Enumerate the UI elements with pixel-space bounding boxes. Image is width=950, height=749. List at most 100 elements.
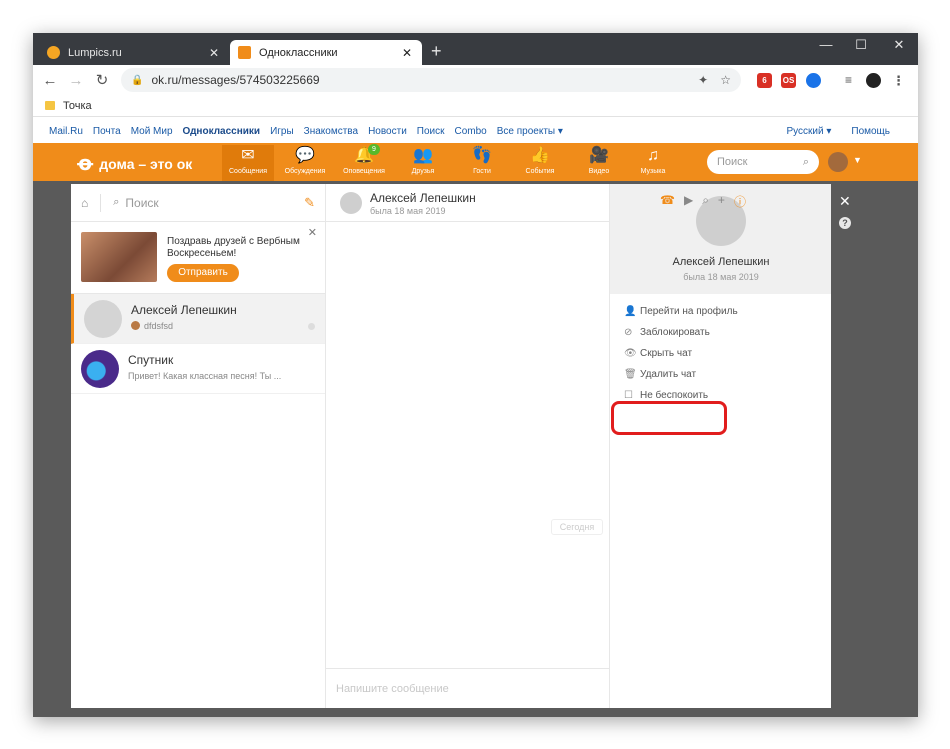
- close-tab-icon[interactable]: ✕: [207, 46, 221, 60]
- contact-name[interactable]: Алексей Лепешкин: [370, 191, 476, 205]
- link-znakomstva[interactable]: Знакомства: [304, 126, 358, 137]
- chevron-down-icon[interactable]: ▼: [853, 155, 862, 165]
- eye-icon: 👁: [624, 348, 637, 359]
- chat-item[interactable]: Алексей Лепешкин dfdsfsd: [71, 294, 325, 344]
- tab-title: Одноклассники: [259, 46, 338, 59]
- user-icon: 👤: [624, 306, 637, 317]
- ok-projects-bar: Mail.Ru Почта Мой Мир Одноклассники Игры…: [33, 119, 918, 143]
- search-icon[interactable]: ⌕: [803, 156, 809, 169]
- extension-icon[interactable]: [806, 73, 821, 88]
- user-avatar[interactable]: [828, 152, 848, 172]
- address-bar[interactable]: 🔒 ok.ru/messages/574503225669 ✦ ☆: [121, 68, 741, 92]
- read-status-dot: [308, 323, 315, 330]
- link-novosti[interactable]: Новости: [368, 126, 407, 137]
- bookmark-item[interactable]: Точка: [63, 100, 92, 112]
- link-help[interactable]: Помощь: [851, 126, 890, 137]
- friends-icon: 👥: [413, 147, 433, 164]
- language-select[interactable]: Русский ▾: [786, 126, 831, 137]
- nav-discussions[interactable]: 💬 Обсуждения: [279, 145, 331, 181]
- bell-icon: 🔔: [354, 147, 374, 164]
- nav-friends[interactable]: 👥 Друзья: [397, 145, 449, 181]
- menu-do-not-disturb[interactable]: ☐ Не беспокоить: [624, 390, 708, 401]
- forward-icon[interactable]: →: [63, 72, 89, 89]
- nav-music[interactable]: ♫ Музыка: [627, 145, 679, 181]
- close-tab-icon[interactable]: ✕: [400, 46, 414, 60]
- message-input[interactable]: Напишите сообщение: [326, 668, 609, 708]
- folder-icon: [45, 101, 55, 110]
- phone-icon[interactable]: ☎: [660, 193, 675, 210]
- new-tab-button[interactable]: +: [431, 41, 442, 61]
- search-icon[interactable]: ⌕: [702, 193, 709, 210]
- nav-label: События: [525, 168, 555, 175]
- nav-label: Друзья: [411, 168, 435, 175]
- nav-label: Сообщения: [229, 168, 267, 175]
- info-icon[interactable]: ⓘ: [734, 193, 746, 210]
- extension-icon[interactable]: OS: [781, 73, 796, 88]
- close-window-icon[interactable]: ✕: [884, 37, 914, 53]
- ok-search-input[interactable]: Поиск ⌕: [707, 150, 819, 174]
- sender-avatar: [131, 321, 140, 330]
- menu-label: Скрыть чат: [640, 348, 693, 359]
- contact-status: была 18 мая 2019: [683, 272, 759, 282]
- nav-label: Гости: [473, 168, 491, 175]
- menu-label: Заблокировать: [640, 327, 710, 338]
- minimize-icon[interactable]: —: [811, 37, 841, 52]
- ok-logo[interactable]: ꝋ дома – это ок: [77, 151, 192, 176]
- close-messenger-icon[interactable]: ✕: [839, 193, 851, 210]
- help-icon[interactable]: ?: [839, 217, 851, 229]
- ok-header: ꝋ дома – это ок ✉ Сообщения 💬 Обсуждения…: [33, 143, 918, 181]
- tab-lumpics[interactable]: Lumpics.ru ✕: [39, 40, 229, 65]
- conversation-actions: ☎ ▶ ⌕ + ⓘ: [660, 193, 746, 210]
- link-igry[interactable]: Игры: [270, 126, 294, 137]
- menu-hide-chat[interactable]: 👁 Скрыть чат: [624, 348, 692, 359]
- add-user-icon[interactable]: +: [718, 193, 725, 210]
- notification-badge: 9: [368, 144, 380, 155]
- ok-logo-icon: ꝋ: [77, 153, 94, 175]
- reading-list-icon[interactable]: ≡: [841, 73, 856, 88]
- extension-icon[interactable]: 6: [757, 73, 772, 88]
- nav-guests[interactable]: 👣 Гости: [456, 145, 508, 181]
- link-all-projects[interactable]: Все проекты ▾: [497, 126, 563, 137]
- menu-delete-chat[interactable]: 🗑 Удалить чат: [624, 369, 696, 380]
- link-odnoklassniki[interactable]: Одноклассники: [183, 126, 261, 137]
- chat-preview-text: dfdsfsd: [144, 321, 174, 331]
- close-icon[interactable]: ✕: [308, 226, 317, 239]
- video-call-icon[interactable]: ▶: [684, 193, 693, 210]
- maximize-icon[interactable]: ☐: [846, 37, 876, 53]
- nav-events[interactable]: 👍 События: [514, 145, 566, 181]
- link-pochta[interactable]: Почта: [93, 126, 121, 137]
- contact-name[interactable]: Алексей Лепешкин: [610, 256, 832, 268]
- conversation-column: Алексей Лепешкин была 18 мая 2019 Сегодн…: [326, 184, 609, 708]
- menu-block[interactable]: ⊘ Заблокировать: [624, 327, 710, 338]
- link-combo[interactable]: Combo: [455, 126, 487, 137]
- chat-search-input[interactable]: Поиск: [125, 196, 158, 210]
- menu-go-to-profile[interactable]: 👤 Перейти на профиль: [624, 306, 738, 317]
- avatar[interactable]: [340, 192, 362, 214]
- home-icon[interactable]: ⌂: [81, 196, 88, 210]
- discussion-icon: 💬: [295, 147, 315, 164]
- chat-preview: dfdsfsd: [131, 321, 173, 331]
- lock-icon: 🔒: [131, 74, 144, 86]
- divider: [100, 193, 102, 212]
- annotation-highlight: [611, 401, 727, 435]
- tab-odnoklassniki[interactable]: Одноклассники ✕: [230, 40, 422, 65]
- nav-notifications[interactable]: 🔔 Оповещения 9: [338, 144, 390, 181]
- promo-send-button[interactable]: Отправить: [167, 264, 239, 282]
- profile-avatar[interactable]: [866, 73, 881, 88]
- tab-strip: Lumpics.ru ✕ Одноклассники ✕ + — ☐ ✕: [33, 33, 918, 65]
- back-icon[interactable]: ←: [37, 72, 63, 89]
- link-poisk[interactable]: Поиск: [417, 126, 445, 137]
- search-icon: ⌕: [113, 196, 120, 208]
- avatar: [84, 300, 122, 338]
- new-message-icon[interactable]: ✎: [304, 195, 315, 211]
- chat-item[interactable]: Спутник Привет! Какая классная песня! Ты…: [71, 344, 325, 394]
- extension-puzzle-icon[interactable]: ✦: [698, 73, 708, 87]
- menu-dots-icon[interactable]: ⋮: [891, 73, 906, 88]
- link-mailru[interactable]: Mail.Ru: [49, 126, 83, 137]
- reload-icon[interactable]: ↻: [89, 71, 115, 89]
- bookmark-star-icon[interactable]: ☆: [720, 73, 731, 87]
- ok-favicon-icon: [238, 46, 251, 59]
- nav-messages[interactable]: ✉ Сообщения: [222, 145, 274, 181]
- nav-video[interactable]: 🎥 Видео: [573, 145, 625, 181]
- link-moymir[interactable]: Мой Мир: [131, 126, 173, 137]
